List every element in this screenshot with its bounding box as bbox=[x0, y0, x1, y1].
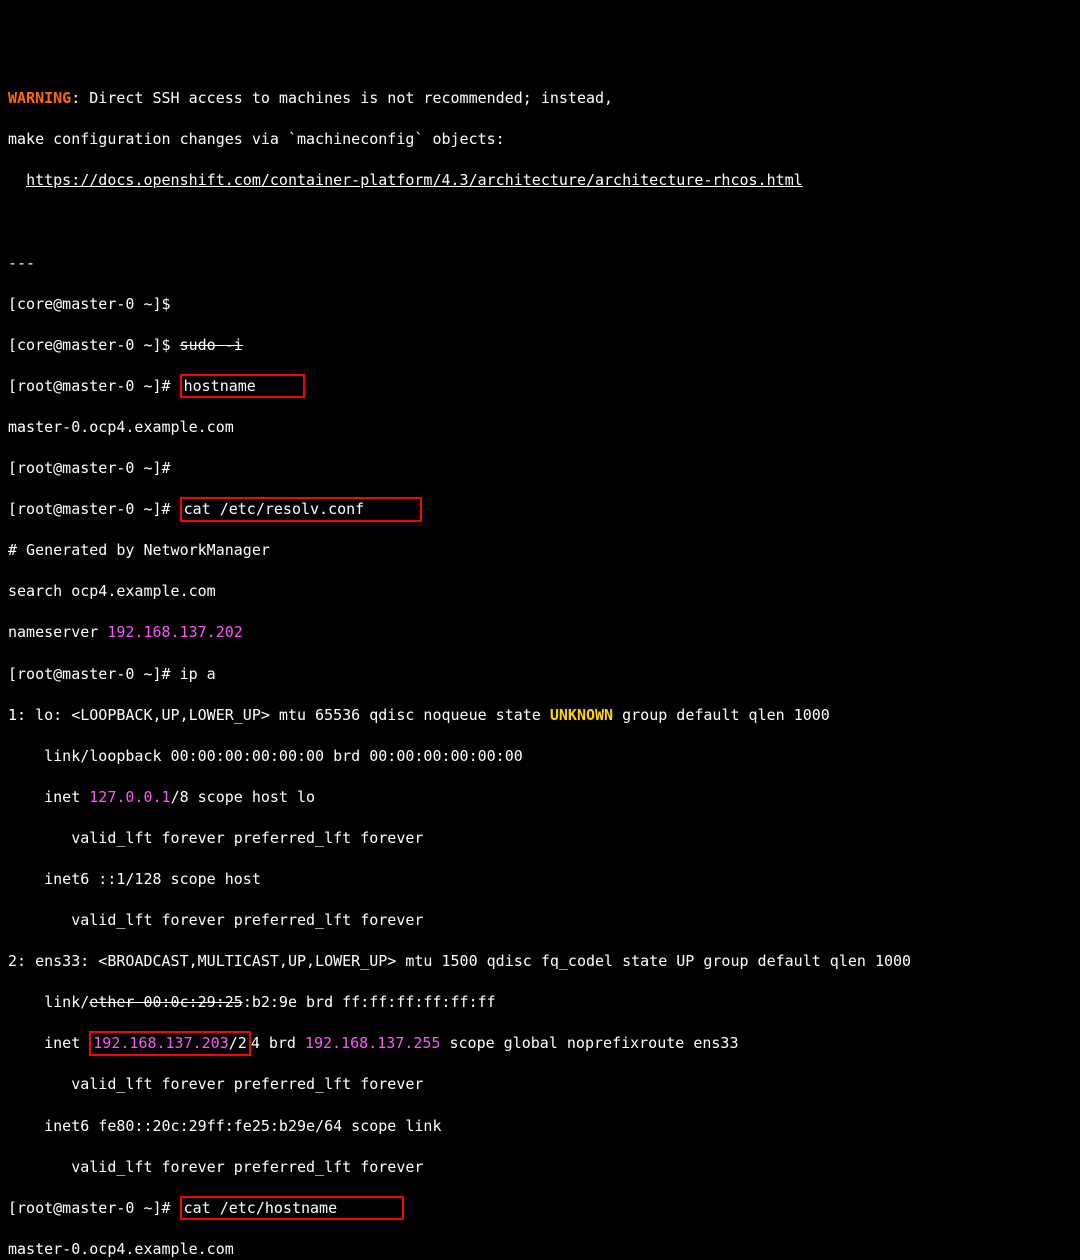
hostname-output: master-0.ocp4.example.com bbox=[8, 417, 1072, 438]
resolv-generated: # Generated by NetworkManager bbox=[8, 540, 1072, 561]
ipa-lo-inet: inet 127.0.0.1/8 scope host lo bbox=[8, 787, 1072, 808]
ipa-ens-inet: inet 192.168.137.203/24 brd 192.168.137.… bbox=[8, 1033, 1072, 1054]
warning-line-2: make configuration changes via `machinec… bbox=[8, 129, 1072, 150]
cat-hostname-cmd-box: cat /etc/hostname bbox=[180, 1196, 405, 1221]
ipa-lo-valid: valid_lft forever preferred_lft forever bbox=[8, 828, 1072, 849]
prompt-root-empty: [root@master-0 ~]# bbox=[8, 458, 1072, 479]
cat-resolv-cmd-box: cat /etc/resolv.conf bbox=[180, 497, 423, 522]
dashes: --- bbox=[8, 253, 1072, 274]
ens-ip-box: 192.168.137.203/2 bbox=[89, 1031, 251, 1056]
ens-brd-ip: 192.168.137.255 bbox=[305, 1034, 440, 1052]
nameserver-ip: 192.168.137.202 bbox=[107, 623, 242, 641]
docs-url[interactable]: https://docs.openshift.com/container-pla… bbox=[26, 171, 803, 189]
hostname-cmd-box: hostname bbox=[180, 374, 305, 399]
resolv-nameserver: nameserver 192.168.137.202 bbox=[8, 622, 1072, 643]
lo-state: UNKNOWN bbox=[550, 706, 613, 724]
blank-line bbox=[8, 211, 1072, 232]
prompt-cat-hostname: [root@master-0 ~]# cat /etc/hostname bbox=[8, 1198, 1072, 1219]
ens-mac-strike: ether 00:0c:29:25 bbox=[89, 993, 243, 1011]
ipa-ens-valid2: valid_lft forever preferred_lft forever bbox=[8, 1157, 1072, 1178]
hostname-file-output: master-0.ocp4.example.com bbox=[8, 1239, 1072, 1260]
lo-ip: 127.0.0.1 bbox=[89, 788, 170, 806]
prompt-core-empty: [core@master-0 ~]$ bbox=[8, 294, 1072, 315]
ipa-lo-valid2: valid_lft forever preferred_lft forever bbox=[8, 910, 1072, 931]
sudo-cmd-strike: sudo -i bbox=[180, 336, 243, 354]
warning-url-line: https://docs.openshift.com/container-pla… bbox=[8, 170, 1072, 191]
ipa-lo-link: link/loopback 00:00:00:00:00:00 brd 00:0… bbox=[8, 746, 1072, 767]
ipa-ens-inet6: inet6 fe80::20c:29ff:fe25:b29e/64 scope … bbox=[8, 1116, 1072, 1137]
prompt-sudo: [core@master-0 ~]$ sudo -i bbox=[8, 335, 1072, 356]
prompt-hostname: [root@master-0 ~]# hostname bbox=[8, 376, 1072, 397]
ipa-ens-valid: valid_lft forever preferred_lft forever bbox=[8, 1074, 1072, 1095]
ipa-lo-header: 1: lo: <LOOPBACK,UP,LOWER_UP> mtu 65536 … bbox=[8, 705, 1072, 726]
ipa-ens-link: link/ether 00:0c:29:25:b2:9e brd ff:ff:f… bbox=[8, 992, 1072, 1013]
warning-label: WARNING bbox=[8, 89, 71, 107]
ipa-lo-inet6: inet6 ::1/128 scope host bbox=[8, 869, 1072, 890]
resolv-search: search ocp4.example.com bbox=[8, 581, 1072, 602]
ens-ip: 192.168.137.203 bbox=[93, 1034, 228, 1052]
ipa-ens-header: 2: ens33: <BROADCAST,MULTICAST,UP,LOWER_… bbox=[8, 951, 1072, 972]
warning-line-1: WARNING: Direct SSH access to machines i… bbox=[8, 88, 1072, 109]
prompt-cat-resolv: [root@master-0 ~]# cat /etc/resolv.conf bbox=[8, 499, 1072, 520]
prompt-ipa: [root@master-0 ~]# ip a bbox=[8, 664, 1072, 685]
